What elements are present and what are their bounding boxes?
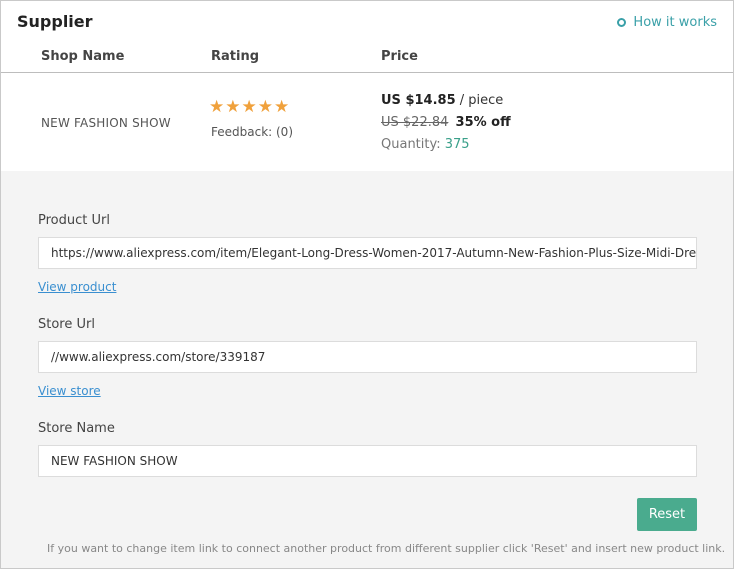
star-icon: ★: [257, 97, 273, 117]
shop-name: NEW FASHION SHOW: [41, 116, 171, 130]
view-store-link[interactable]: View store: [38, 384, 101, 398]
supplier-row: NEW FASHION SHOW ★ ★ ★ ★ ★ Feedback: (0)…: [1, 72, 733, 172]
store-url-input[interactable]: //www.aliexpress.com/store/339187: [38, 341, 697, 373]
discount-line: US $22.84 35% off: [381, 115, 511, 130]
rating-stars: ★ ★ ★ ★ ★: [209, 99, 289, 116]
view-product-link[interactable]: View product: [38, 280, 116, 294]
star-icon: ★: [225, 97, 241, 117]
store-url-label: Store Url: [38, 317, 95, 332]
column-header-rating: Rating: [211, 49, 260, 64]
quantity-value: 375: [444, 137, 470, 152]
discount-badge: 35% off: [455, 115, 511, 130]
current-price: US $14.85 / piece: [381, 93, 503, 108]
how-it-works-label: How it works: [633, 15, 717, 30]
star-icon: ★: [274, 97, 290, 117]
reset-button[interactable]: Reset: [637, 498, 697, 531]
store-name-input[interactable]: NEW FASHION SHOW: [38, 445, 697, 477]
panel-title: Supplier: [17, 12, 93, 31]
how-it-works-link[interactable]: How it works: [617, 15, 717, 30]
feedback-count: Feedback: (0): [211, 125, 294, 139]
column-header-shop-name: Shop Name: [41, 49, 125, 64]
star-icon: ★: [241, 97, 257, 117]
old-price: US $22.84: [381, 115, 449, 130]
panel-header: Supplier How it works: [1, 1, 733, 41]
quantity: Quantity: 375: [381, 137, 470, 152]
quantity-label: Quantity:: [381, 137, 441, 152]
store-name-label: Store Name: [38, 421, 115, 436]
column-header-price: Price: [381, 49, 418, 64]
reset-help-text: If you want to change item link to conne…: [47, 542, 726, 555]
supplier-panel: Supplier How it works Shop Name Rating P…: [0, 0, 734, 569]
price-value: US $14.85: [381, 93, 456, 108]
product-url-label: Product Url: [38, 213, 110, 228]
info-circle-icon: [617, 18, 627, 27]
price-unit: / piece: [459, 93, 504, 108]
supplier-form: Product Url https://www.aliexpress.com/i…: [1, 171, 733, 568]
star-icon: ★: [209, 97, 225, 117]
product-url-input[interactable]: https://www.aliexpress.com/item/Elegant-…: [38, 237, 697, 269]
